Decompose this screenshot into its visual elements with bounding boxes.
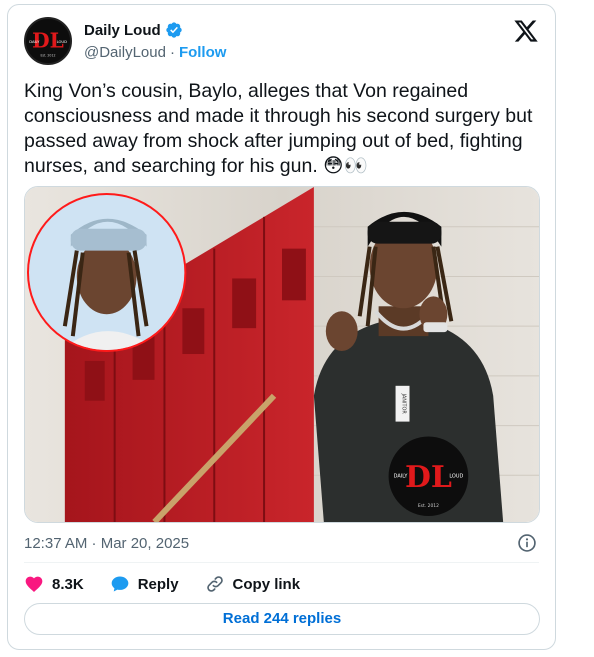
separator: · [169, 44, 175, 61]
photo-illustration: JANITOR DL DAILY LOUD Est. 2012 [25, 187, 539, 522]
copy-link-button[interactable]: Copy link [205, 574, 301, 594]
reply-label: Reply [137, 575, 179, 593]
svg-text:DAILY: DAILY [394, 473, 409, 479]
action-bar: 8.3K Reply Copy link [24, 572, 326, 596]
display-name[interactable]: Daily Loud [84, 22, 161, 39]
tweet-card: DL DAILY LOUD Est. 2012 Daily Loud @Dail… [7, 4, 556, 650]
svg-text:JANITOR: JANITOR [401, 393, 407, 415]
read-replies-button[interactable]: Read 244 replies [24, 603, 540, 635]
svg-text:Est. 2012: Est. 2012 [418, 503, 439, 509]
daily-loud-logo-icon: DL DAILY LOUD Est. 2012 [26, 19, 70, 63]
tweet-text: King Von’s cousin, Baylo, alleges that V… [24, 80, 533, 177]
heart-icon [25, 576, 43, 592]
divider [24, 562, 539, 563]
timestamp[interactable]: 12:37 AM · Mar 20, 2025 [24, 535, 189, 552]
like-button[interactable]: 8.3K [24, 574, 84, 594]
like-count: 8.3K [52, 575, 84, 593]
svg-text:DAILY: DAILY [29, 40, 40, 44]
handle[interactable]: @DailyLoud [84, 44, 166, 61]
copy-link-label: Copy link [232, 575, 301, 593]
speech-bubble-icon [111, 576, 129, 592]
info-icon[interactable] [517, 533, 537, 553]
verified-badge-icon [165, 22, 182, 38]
avatar[interactable]: DL DAILY LOUD Est. 2012 [24, 17, 72, 65]
tweet-media-image[interactable]: JANITOR DL DAILY LOUD Est. 2012 [24, 186, 540, 523]
handle-row: @DailyLoud · Follow [84, 44, 226, 61]
svg-text:LOUD: LOUD [57, 40, 67, 44]
svg-text:DL: DL [405, 460, 452, 495]
follow-button[interactable]: Follow [179, 44, 227, 61]
account-name-row: Daily Loud [84, 21, 183, 39]
link-icon [206, 576, 223, 592]
x-logo-icon[interactable] [513, 18, 539, 44]
svg-text:LOUD: LOUD [449, 473, 463, 479]
reply-button[interactable]: Reply [110, 574, 179, 594]
svg-text:Est. 2012: Est. 2012 [40, 54, 55, 58]
